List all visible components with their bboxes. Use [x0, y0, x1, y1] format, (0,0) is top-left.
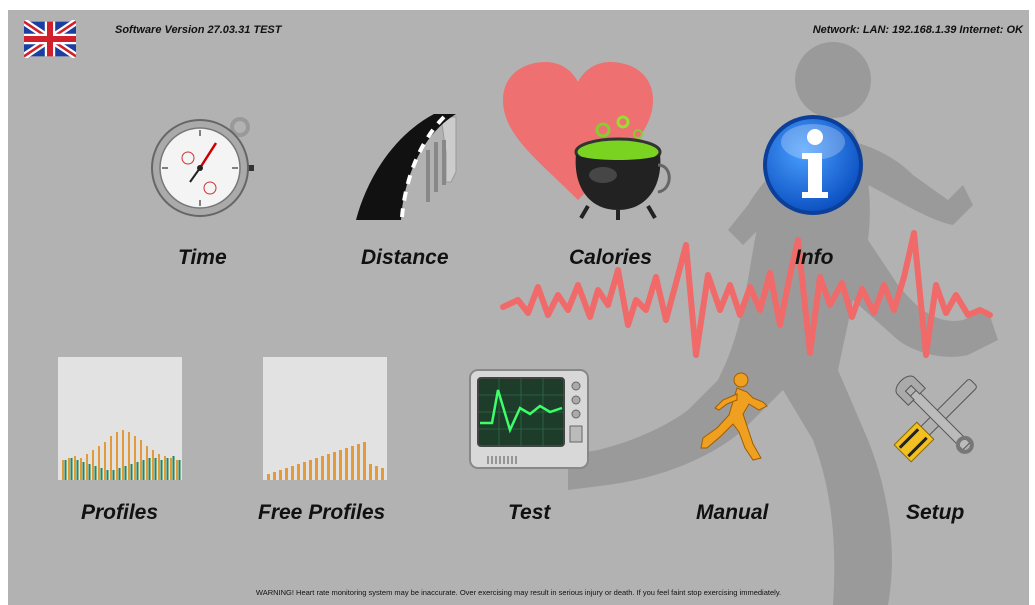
- road-icon: [356, 114, 457, 220]
- warning-text: WARNING! Heart rate monitoring system ma…: [255, 588, 782, 597]
- profiles-button[interactable]: [58, 357, 182, 480]
- free-profile-bar: [351, 446, 354, 480]
- setup-button[interactable]: [888, 368, 988, 468]
- info-label[interactable]: Info: [795, 246, 833, 270]
- free-profiles-button[interactable]: [263, 357, 387, 480]
- profile-bar-alt: [160, 460, 163, 480]
- free-profile-bar: [273, 472, 276, 480]
- profile-bar: [176, 460, 178, 480]
- profile-bar-alt: [148, 458, 151, 480]
- network-status-text: Network: LAN: 192.168.1.39 Internet: OK: [812, 24, 1023, 36]
- profile-bar-alt: [124, 466, 127, 480]
- profile-bar: [128, 432, 130, 480]
- profile-bar-alt: [100, 468, 103, 480]
- time-label[interactable]: Time: [178, 246, 227, 270]
- profile-bar: [158, 454, 160, 480]
- profile-bar: [164, 456, 166, 480]
- profiles-label[interactable]: Profiles: [81, 501, 158, 525]
- profile-bar-alt: [178, 460, 181, 480]
- setup-label[interactable]: Setup: [906, 501, 964, 525]
- test-button[interactable]: [468, 368, 590, 470]
- profile-bar-alt: [154, 458, 157, 480]
- free-profile-bar: [315, 458, 318, 480]
- free-profile-bar: [381, 468, 384, 480]
- profile-bar: [80, 458, 82, 480]
- profile-bar: [74, 456, 76, 480]
- free-profile-bar: [291, 466, 294, 480]
- free-profile-bar: [279, 470, 282, 480]
- free-profile-bar: [327, 454, 330, 480]
- manual-label[interactable]: Manual: [696, 501, 768, 525]
- profile-bar-alt: [70, 458, 73, 480]
- main-screen: Software Version 27.03.31 TEST Network: …: [8, 10, 1029, 605]
- free-profile-bar: [267, 474, 270, 480]
- free-profile-bar: [297, 464, 300, 480]
- calories-button[interactable]: [563, 110, 673, 222]
- profile-bar-alt: [130, 464, 133, 480]
- cauldron-icon: [574, 115, 671, 220]
- profile-bar-alt: [172, 456, 175, 480]
- free-profile-bar: [363, 442, 366, 480]
- ecg-waveform-graphic: [500, 230, 993, 358]
- profile-bar: [116, 432, 118, 480]
- stopwatch-icon: [151, 117, 254, 217]
- free-profile-bar: [309, 460, 312, 480]
- tools-icon: [893, 375, 977, 463]
- calories-label[interactable]: Calories: [569, 246, 652, 270]
- profile-bar-alt: [142, 460, 145, 480]
- free-profile-bar: [333, 452, 336, 480]
- profile-bar-alt: [76, 460, 79, 480]
- profile-bar: [140, 440, 142, 480]
- free-profile-bar: [375, 466, 378, 480]
- profile-bar-alt: [106, 470, 109, 480]
- free-profile-bar: [357, 444, 360, 480]
- profile-bar-alt: [94, 466, 97, 480]
- free-profile-bar: [345, 448, 348, 480]
- profile-bar: [152, 450, 154, 480]
- profile-bar: [98, 446, 100, 480]
- profile-bar: [134, 436, 136, 480]
- test-label[interactable]: Test: [508, 501, 550, 525]
- profile-bar: [110, 436, 112, 480]
- software-version-text: Software Version 27.03.31 TEST: [115, 24, 282, 36]
- profile-bar: [92, 450, 94, 480]
- profile-bar-alt: [118, 468, 121, 480]
- distance-label[interactable]: Distance: [361, 246, 449, 270]
- profile-bar: [122, 430, 124, 480]
- free-profile-bar: [321, 456, 324, 480]
- profile-bar-alt: [136, 462, 139, 480]
- uk-flag-icon[interactable]: [22, 18, 78, 60]
- free-profile-bar: [303, 462, 306, 480]
- profile-bar: [146, 446, 148, 480]
- info-icon: [763, 115, 863, 215]
- profile-bar: [104, 442, 106, 480]
- profile-bar: [68, 458, 70, 480]
- runner-icon: [700, 372, 768, 461]
- profile-bar-alt: [166, 458, 169, 480]
- profile-bar-alt: [64, 460, 67, 480]
- profile-bar-alt: [82, 462, 85, 480]
- free-profile-bar: [339, 450, 342, 480]
- profile-bar: [62, 460, 64, 480]
- free-profile-bar: [285, 468, 288, 480]
- profile-bar-alt: [112, 470, 115, 480]
- free-profile-bar: [369, 464, 372, 480]
- manual-button[interactable]: [693, 370, 773, 465]
- profile-bar-alt: [88, 464, 91, 480]
- profiles-chart-icon: [58, 357, 182, 480]
- info-button[interactable]: [760, 110, 870, 220]
- profile-bar: [86, 454, 88, 480]
- time-button[interactable]: [148, 110, 258, 220]
- monitor-icon: [469, 369, 589, 469]
- profile-bar: [170, 458, 172, 480]
- free-profiles-chart-icon: [263, 357, 387, 480]
- distance-button[interactable]: [356, 112, 461, 222]
- free-profiles-label[interactable]: Free Profiles: [258, 501, 385, 525]
